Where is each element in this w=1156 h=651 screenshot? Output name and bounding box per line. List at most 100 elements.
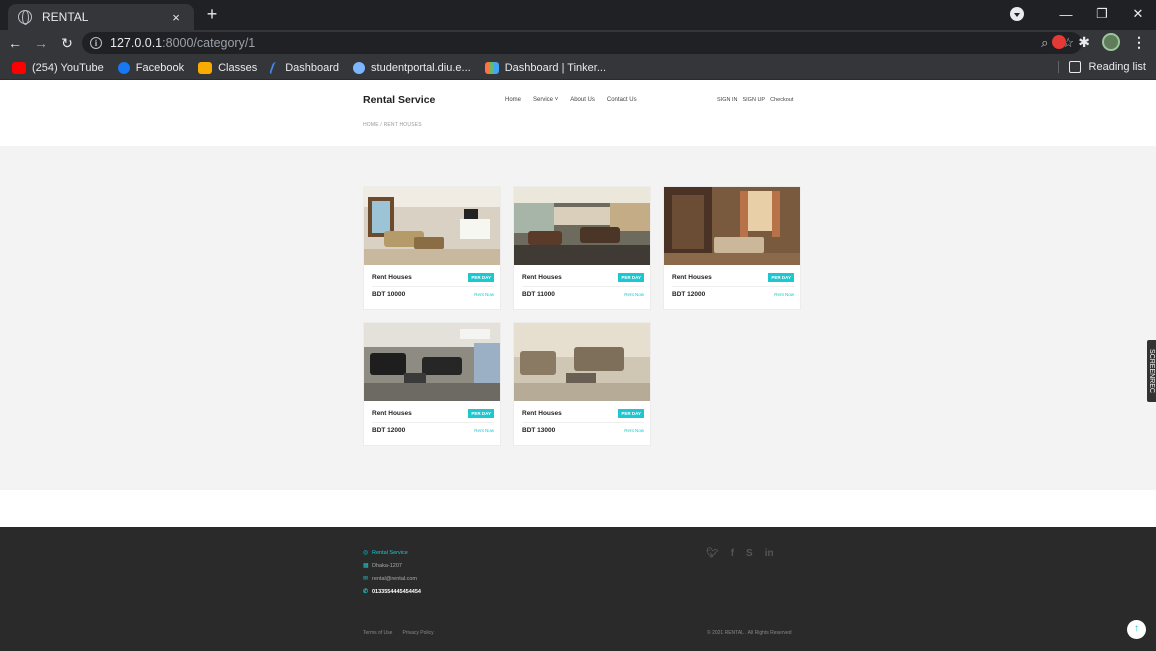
privacy-link[interactable]: Privacy Policy — [402, 630, 433, 636]
rent-now-link[interactable]: Rent Now — [774, 292, 794, 297]
nav-home[interactable]: Home — [505, 97, 521, 103]
listing-price: BDT 12000 — [372, 427, 406, 434]
new-tab-button[interactable]: + — [202, 4, 222, 24]
per-day-badge: PER DAY — [468, 273, 494, 282]
ublock-extension-icon[interactable] — [1052, 35, 1067, 49]
phone-icon: ✆ — [363, 589, 369, 595]
page: Rental Service Home Service ˅ About Us C… — [0, 80, 1156, 651]
classroom-icon — [198, 61, 213, 74]
footer-links: Terms of Use Privacy Policy — [363, 630, 434, 636]
forward-icon[interactable]: → — [30, 35, 52, 51]
per-day-badge: PER DAY — [618, 273, 644, 282]
bookmark-youtube[interactable]: (254) YouTube — [12, 61, 104, 74]
per-day-badge: PER DAY — [468, 409, 494, 418]
listing-card[interactable]: Rent Houses PER DAY BDT 13000 Rent Now — [513, 322, 651, 446]
bookmark-facebook[interactable]: Facebook — [117, 61, 185, 74]
zoom-icon[interactable]: ⌕ — [1041, 35, 1048, 51]
close-window-icon[interactable]: ✕ — [1120, 6, 1156, 22]
rent-now-link[interactable]: Rent Now — [474, 292, 494, 297]
listing-price: BDT 12000 — [672, 291, 706, 298]
listing-photo[interactable] — [364, 323, 500, 401]
listing-price: BDT 13000 — [522, 427, 556, 434]
listing-photo[interactable] — [514, 187, 650, 265]
url-host: 127.0.0.1 — [110, 36, 163, 50]
nav-service[interactable]: Service ˅ — [533, 97, 558, 103]
terms-link[interactable]: Terms of Use — [363, 630, 392, 636]
screenrec-widget[interactable]: SCREENREC — [1147, 340, 1156, 402]
bookmarks-bar: (254) YouTube Facebook Classes Dashboard… — [0, 56, 1156, 80]
copyright: © 2021 RENTAL . All Rights Reserved — [707, 630, 792, 636]
footer-phone[interactable]: 0133554445454454 — [372, 589, 421, 595]
auth-nav: SIGN IN SIGN UP Checkout — [717, 97, 793, 103]
listing-title: Rent Houses — [372, 274, 412, 281]
reading-list-button[interactable]: Reading list — [1057, 61, 1146, 73]
close-tab-icon[interactable]: × — [168, 10, 184, 25]
reading-list-icon — [1068, 61, 1081, 73]
listing-card[interactable]: Rent Houses PER DAY BDT 11000 Rent Now — [513, 186, 651, 310]
minimize-icon[interactable]: — — [1048, 7, 1084, 22]
tinkercad-icon — [484, 61, 499, 74]
linkedin-icon[interactable]: in — [765, 548, 774, 559]
building-icon: ▦ — [363, 563, 369, 569]
bookmark-label: Classes — [218, 61, 258, 74]
listing-photo[interactable] — [364, 187, 500, 265]
footer-contact: ◎ Rental Service ▦ Dhaka-1207 ✉ rental@r… — [363, 549, 421, 601]
listing-photo[interactable] — [514, 323, 650, 401]
bookmark-tinkercad[interactable]: Dashboard | Tinker... — [484, 61, 607, 74]
nav-contact[interactable]: Contact Us — [607, 97, 637, 103]
main-nav: Home Service ˅ About Us Contact Us — [505, 97, 637, 103]
student-portal-icon — [353, 61, 366, 74]
social-links: 🐦︎ f S in — [706, 548, 774, 559]
profile-menu-icon[interactable] — [1010, 7, 1024, 21]
footer-address: Dhaka-1207 — [372, 562, 402, 569]
rent-now-link[interactable]: Rent Now — [474, 428, 494, 433]
back-icon[interactable]: ← — [4, 35, 26, 51]
sign-up-link[interactable]: SIGN UP — [742, 97, 765, 103]
globe-icon — [18, 10, 32, 25]
bookmark-classes[interactable]: Classes — [198, 61, 258, 74]
listing-title: Rent Houses — [522, 410, 562, 417]
skype-icon[interactable]: S — [746, 548, 753, 559]
bookmark-label: Facebook — [135, 61, 185, 74]
bookmark-dashboard[interactable]: Dashboard — [269, 61, 340, 74]
extensions-icon[interactable]: ✱ — [1078, 34, 1090, 51]
sign-in-link[interactable]: SIGN IN — [717, 97, 737, 103]
restore-icon[interactable]: ❐ — [1084, 6, 1120, 22]
bookmark-studentportal[interactable]: studentportal.diu.e... — [353, 61, 471, 74]
listing-card[interactable]: Rent Houses PER DAY BDT 12000 Rent Now — [363, 322, 501, 446]
reload-icon[interactable]: ↻ — [56, 35, 78, 52]
email-icon: ✉ — [363, 576, 369, 582]
listing-card[interactable]: Rent Houses PER DAY BDT 12000 Rent Now — [663, 186, 801, 310]
breadcrumb: HOME / RENT HOUSES — [363, 122, 422, 128]
checkout-link[interactable]: Checkout — [770, 97, 793, 103]
site-info-icon[interactable]: i — [90, 37, 102, 49]
bookmark-label: Dashboard | Tinker... — [504, 61, 607, 74]
chrome-menu-icon[interactable]: ⋮ — [1132, 34, 1146, 51]
bookmark-label: Dashboard — [285, 61, 340, 74]
bookmark-label: studentportal.diu.e... — [371, 61, 471, 74]
listing-title: Rent Houses — [672, 274, 712, 281]
scroll-to-top-button[interactable]: ↑ — [1127, 620, 1146, 639]
avatar[interactable] — [1102, 33, 1120, 51]
footer-email[interactable]: rental@rental.com — [372, 576, 417, 582]
listing-price: BDT 10000 — [372, 291, 406, 298]
rent-now-link[interactable]: Rent Now — [624, 292, 644, 297]
dashboard-icon — [269, 61, 282, 74]
screenrec-label: SCREENREC — [1148, 349, 1155, 393]
site-brand[interactable]: Rental Service — [363, 94, 435, 106]
rent-now-link[interactable]: Rent Now — [624, 428, 644, 433]
url-path: :8000/category/1 — [162, 36, 256, 50]
location-icon: ◎ — [363, 550, 369, 556]
twitter-icon[interactable]: 🐦︎ — [706, 548, 719, 559]
footer-brand: Rental Service — [372, 549, 408, 556]
listing-card[interactable]: Rent Houses PER DAY BDT 10000 Rent Now — [363, 186, 501, 310]
address-bar[interactable]: i 127.0.0.1 :8000/category/1 ⌕ ☆ — [82, 32, 1082, 54]
nav-about[interactable]: About Us — [570, 97, 595, 103]
facebook-icon[interactable]: f — [731, 548, 734, 559]
listing-title: Rent Houses — [522, 274, 562, 281]
listing-title: Rent Houses — [372, 410, 412, 417]
browser-tab[interactable]: RENTAL × — [8, 4, 194, 30]
browser-toolbar: ← → ↻ i 127.0.0.1 :8000/category/1 ⌕ ☆ ✱… — [0, 30, 1156, 56]
site-footer: ◎ Rental Service ▦ Dhaka-1207 ✉ rental@r… — [0, 527, 1156, 651]
listing-photo[interactable] — [664, 187, 800, 265]
